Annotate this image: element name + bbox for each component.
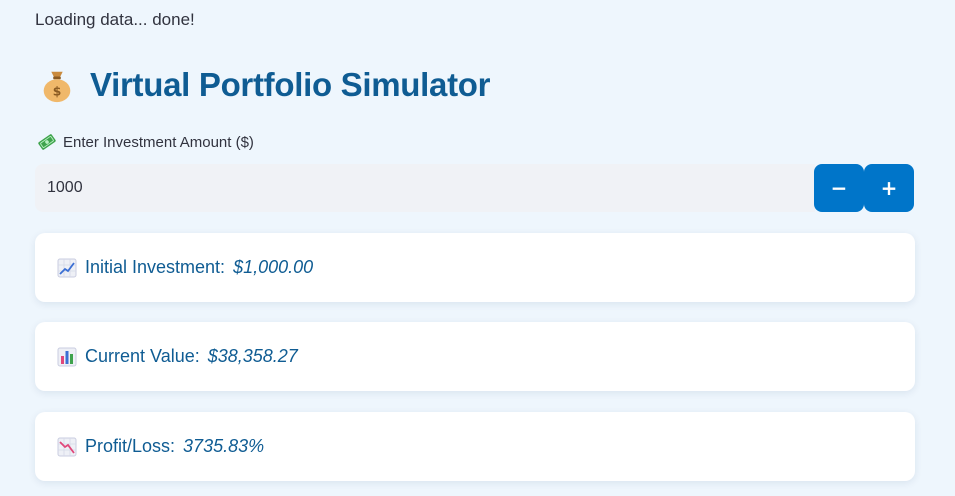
investment-amount-input[interactable]	[35, 164, 815, 212]
chart-decreasing-icon	[57, 437, 77, 456]
current-value-value: $38,358.27	[207, 346, 298, 366]
dollar-banknote-icon	[38, 134, 56, 150]
initial-investment-label: Initial Investment:	[85, 257, 226, 277]
page-title: Virtual Portfolio Simulator	[90, 66, 491, 103]
investment-amount-label: Enter Investment Amount ($)	[63, 133, 254, 151]
current-value-card: Current Value: $38,358.27	[35, 322, 915, 391]
investment-label-row: Enter Investment Amount ($)	[38, 133, 254, 151]
svg-text:$: $	[53, 84, 62, 98]
profit-loss-label: Profit/Loss:	[85, 436, 176, 456]
profit-loss-card: Profit/Loss: 3735.83%	[35, 412, 915, 481]
initial-investment-card: Initial Investment: $1,000.00	[35, 233, 915, 302]
increment-button[interactable]: +	[864, 164, 914, 212]
chart-increasing-icon	[57, 258, 77, 277]
page-header: $ Virtual Portfolio Simulator	[38, 66, 490, 104]
profit-loss-value: 3735.83%	[183, 436, 265, 456]
initial-investment-value: $1,000.00	[233, 257, 314, 277]
current-value-label: Current Value:	[85, 346, 200, 366]
loading-status: Loading data... done!	[35, 10, 195, 29]
money-bag-icon: $	[43, 71, 71, 103]
bar-chart-icon	[57, 347, 77, 366]
decrement-button[interactable]: −	[814, 164, 864, 212]
